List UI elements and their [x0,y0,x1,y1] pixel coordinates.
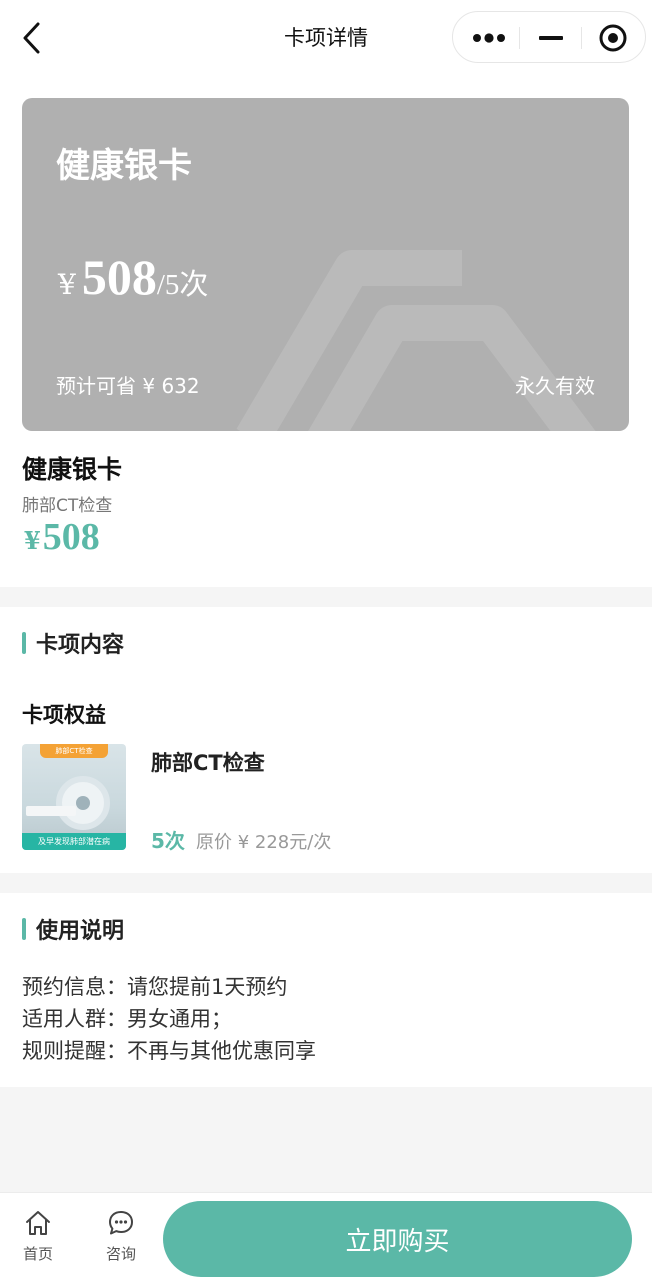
card-content-section: 卡项内容 卡项权益 肺部CT检查 及早发现肺部潜在病 肺部CT检查 5次 原价 … [0,607,652,873]
product-price-currency: ¥ [24,526,41,555]
image-tag: 肺部CT检查 [40,744,108,758]
bottom-action-bar: 首页 咨询 立即购买 [0,1192,652,1280]
minimize-button[interactable] [529,12,573,64]
card-price: ¥508/5次 [58,248,208,306]
service-item-image[interactable]: 肺部CT检查 及早发现肺部潜在病 [22,744,126,850]
card-savings: 预计可省 ¥ 632 [56,374,200,398]
mini-program-capsule [452,11,646,63]
card-price-amount: 508 [81,249,157,305]
product-name: 健康银卡 [22,455,123,484]
close-program-button[interactable] [591,12,635,64]
section-title-usage: 使用说明 [22,913,124,945]
card-validity: 永久有效 [515,374,595,398]
buy-now-button[interactable]: 立即购买 [163,1201,632,1277]
service-item-name: 肺部CT检查 [151,751,265,775]
top-nav-bar: 卡项详情 [0,0,652,80]
image-caption: 及早发现肺部潜在病 [22,833,126,850]
ct-bed-illustration [26,806,76,816]
product-subtitle: 肺部CT检查 [22,496,113,516]
chat-bubble-icon [109,1211,133,1235]
usage-line-audience: 适用人群：男女通用； [22,1007,232,1031]
section-title-card-content: 卡项内容 [22,627,124,659]
service-item-count: 5次 [151,829,185,853]
card-price-unit: /5次 [156,269,209,301]
product-price: ¥508 [24,515,100,559]
consult-label: 咨询 [105,1245,136,1263]
card-name: 健康银卡 [56,146,192,186]
minimize-icon [539,36,563,40]
capsule-divider [581,27,582,49]
usage-section: 使用说明 预约信息：请您提前1天预约 适用人群：男女通用； 规则提醒：不再与其他… [0,893,652,1087]
membership-card: 健康银卡 ¥508/5次 预计可省 ¥ 632 永久有效 [22,98,629,431]
capsule-divider [519,27,520,49]
chevron-left-icon [23,22,40,54]
consult-nav-button[interactable]: 咨询 [96,1209,146,1264]
service-item-original-price: 原价 ¥ 228元/次 [196,832,332,853]
ct-scanner-illustration [56,776,110,830]
usage-line-booking: 预约信息：请您提前1天预约 [22,975,288,999]
more-options-button[interactable] [467,12,511,64]
back-button[interactable] [18,20,50,56]
benefits-heading: 卡项权益 [22,703,106,727]
home-label: 首页 [22,1245,53,1263]
usage-line-rules: 规则提醒：不再与其他优惠同享 [22,1039,316,1063]
home-icon [26,1211,50,1235]
card-price-currency: ¥ [58,268,76,301]
target-close-icon [599,24,627,52]
home-nav-button[interactable]: 首页 [13,1209,63,1264]
product-price-amount: 508 [42,516,100,558]
more-dots-icon [473,33,505,43]
